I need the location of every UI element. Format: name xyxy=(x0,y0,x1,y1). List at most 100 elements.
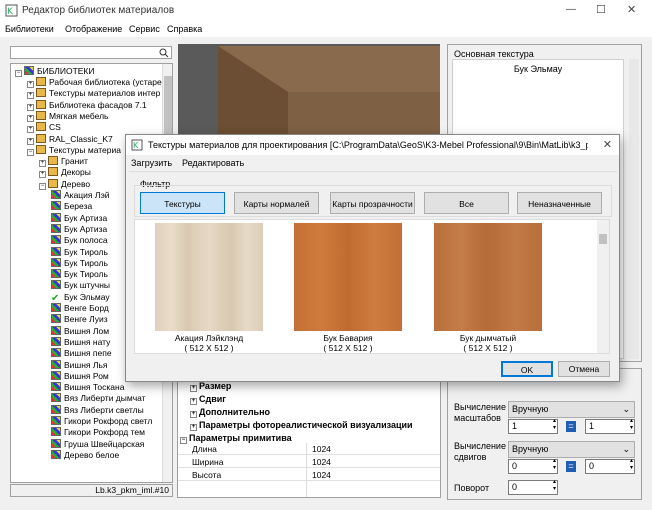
shift-x-input[interactable]: 0 ▴ ▾ xyxy=(508,458,558,474)
filter-normal-maps-button[interactable]: Карты нормалей xyxy=(234,192,319,214)
scale-mode-select[interactable]: Вручную ⌄ xyxy=(508,401,635,418)
menu-libraries[interactable]: Библиотеки xyxy=(5,24,54,34)
tree-item[interactable]: Вяз Либерти светлы xyxy=(51,404,144,416)
menu-help[interactable]: Справка xyxy=(167,24,202,34)
tree-item[interactable]: Вишня Лом xyxy=(51,325,109,337)
menu-view[interactable]: Отображение xyxy=(65,24,122,34)
tree-item[interactable]: Вяз Либерти дымчат xyxy=(51,393,146,404)
search-icon[interactable] xyxy=(159,48,169,58)
tree-item[interactable]: + RAL_Classic_K7 xyxy=(27,133,113,145)
expand-icon[interactable]: + xyxy=(27,114,34,122)
tree-item[interactable]: Вишня нату xyxy=(51,336,111,348)
prop-group-photoreal[interactable]: + Параметры фотореалистической визуализац… xyxy=(190,420,413,431)
scale-y-input[interactable]: 1 ▴ ▾ xyxy=(585,418,635,434)
scale-x-input[interactable]: 1 ▴ ▾ xyxy=(508,418,558,434)
expand-icon[interactable]: + xyxy=(39,160,46,168)
expand-icon[interactable]: + xyxy=(27,81,34,88)
menu-service[interactable]: Сервис xyxy=(129,24,160,34)
filter-all-button[interactable]: Все xyxy=(424,192,509,214)
expand-icon[interactable]: + xyxy=(190,398,197,405)
filter-unassigned-button[interactable]: Неназначенные xyxy=(517,192,602,214)
dialog-menu-load[interactable]: Загрузить xyxy=(131,158,172,168)
spin-arrows-icon[interactable]: ▴ ▾ xyxy=(630,458,633,472)
tree-item[interactable]: + Библиотека фасадов 7.1 xyxy=(27,99,147,111)
collapse-icon[interactable]: − xyxy=(15,70,22,77)
tree-item[interactable]: Дерево белое xyxy=(51,449,119,461)
tree-item[interactable]: + Рабочая библиотека (устаре xyxy=(27,77,162,88)
shift-mode-select[interactable]: Вручную ⌄ xyxy=(508,441,635,458)
tree-item[interactable]: Бук Артиза xyxy=(51,223,107,235)
tree-item[interactable]: Венге Луиз xyxy=(51,314,108,325)
minimize-button[interactable]: — xyxy=(566,4,576,15)
tree-item-label: Текстуры материа xyxy=(49,144,121,155)
maximize-button[interactable]: ☐ xyxy=(596,3,606,16)
spin-arrows-icon[interactable]: ▴ ▾ xyxy=(553,479,556,493)
collapse-icon[interactable]: − xyxy=(39,182,46,190)
tree-item[interactable]: Груша Швейцарская xyxy=(51,438,144,450)
texture-thumb[interactable] xyxy=(294,223,402,331)
dialog-close-button[interactable]: ✕ xyxy=(603,138,612,151)
close-button[interactable]: ✕ xyxy=(627,3,636,16)
prop-group-size[interactable]: + Размер xyxy=(190,381,231,392)
cancel-button[interactable]: Отмена xyxy=(558,361,610,377)
tree-item[interactable]: Гикори Рокфорд светл xyxy=(51,416,152,427)
texture-thumb[interactable] xyxy=(434,223,542,331)
expand-icon[interactable]: + xyxy=(27,126,34,134)
spin-arrows-icon[interactable]: ▴ ▾ xyxy=(630,418,633,432)
tree-item[interactable]: Вишня Ром xyxy=(51,370,109,382)
tree-root[interactable]: − БИБЛИОТЕКИ xyxy=(15,66,95,77)
prop-group-extra[interactable]: + Дополнительно xyxy=(190,407,270,418)
rotate-input[interactable]: 0 ▴ ▾ xyxy=(508,479,558,495)
tree-item[interactable]: Вишня пепе xyxy=(51,348,112,359)
collapse-icon[interactable]: − xyxy=(27,148,34,156)
tree-item[interactable]: + Декоры xyxy=(39,167,91,179)
link-shift-icon[interactable]: = xyxy=(566,461,576,472)
prop-row[interactable]: Ширина 1024 xyxy=(178,456,440,468)
expand-icon[interactable]: + xyxy=(190,385,197,392)
tree-item[interactable]: Бук Тироль xyxy=(51,269,108,280)
expand-icon[interactable]: + xyxy=(27,137,34,145)
tree-item[interactable]: + CS xyxy=(27,122,61,134)
tree-item[interactable]: + Мягкая мебель xyxy=(27,110,108,122)
tree-item[interactable]: Бук Артиза xyxy=(51,212,107,224)
tree-item[interactable]: + Текстуры материалов интер xyxy=(27,88,160,100)
spin-arrows-icon[interactable]: ▴ ▾ xyxy=(553,458,556,472)
tree-item[interactable]: Бук Тироль xyxy=(51,246,108,258)
tree-item[interactable]: − Текстуры материа xyxy=(27,144,121,156)
tree-search-input[interactable] xyxy=(10,46,172,59)
tree-item[interactable]: Акация Лэй xyxy=(51,190,110,201)
tree-item[interactable]: ✔ Бук Эльмау xyxy=(51,292,110,304)
gallery-scrollbar[interactable] xyxy=(597,220,609,353)
spin-arrows-icon[interactable]: ▴ ▾ xyxy=(553,418,556,432)
texture-thumb[interactable] xyxy=(155,223,263,331)
prop-row[interactable]: Высота 1024 xyxy=(178,469,440,481)
preview-viewport[interactable] xyxy=(178,44,440,136)
tree-item-label: Вишня нату xyxy=(64,336,111,347)
tree-item[interactable]: Гикори Рокфорд тем xyxy=(51,427,145,438)
expand-icon[interactable]: + xyxy=(190,424,197,431)
tree-item[interactable]: Береза xyxy=(51,201,92,212)
filter-textures-button[interactable]: Текстуры xyxy=(140,192,225,214)
link-scale-icon[interactable]: = xyxy=(566,421,576,432)
texture-scrollbar[interactable] xyxy=(629,59,639,359)
filter-transparency-maps-button[interactable]: Карты прозрачности xyxy=(330,192,415,214)
tree-item[interactable]: Вишня Тоскана xyxy=(51,382,124,393)
dialog-menu-edit[interactable]: Редактировать xyxy=(182,158,244,168)
expand-icon[interactable]: + xyxy=(39,171,46,179)
shift-y-input[interactable]: 0 ▴ ▾ xyxy=(585,458,635,474)
tree-item[interactable]: + Гранит xyxy=(39,156,88,168)
expand-icon[interactable]: + xyxy=(27,103,34,111)
scrollbar-thumb[interactable] xyxy=(599,234,607,244)
tree-item[interactable]: Вишня Лья xyxy=(51,359,108,371)
tree-item[interactable]: − Дерево xyxy=(39,178,90,190)
expand-icon[interactable]: + xyxy=(27,92,34,100)
ok-button[interactable]: OK xyxy=(501,361,553,377)
prop-group-shift[interactable]: + Сдвиг xyxy=(190,394,226,405)
expand-icon[interactable]: + xyxy=(190,411,197,418)
folder-icon xyxy=(36,133,46,143)
tree-item[interactable]: Венге Борд xyxy=(51,303,109,314)
tree-item[interactable]: Бук полоса xyxy=(51,235,108,246)
tree-item[interactable]: Бук Тироль xyxy=(51,257,108,269)
prop-row[interactable]: Длина 1024 xyxy=(178,443,440,455)
tree-item[interactable]: Бук штучны xyxy=(51,280,110,291)
